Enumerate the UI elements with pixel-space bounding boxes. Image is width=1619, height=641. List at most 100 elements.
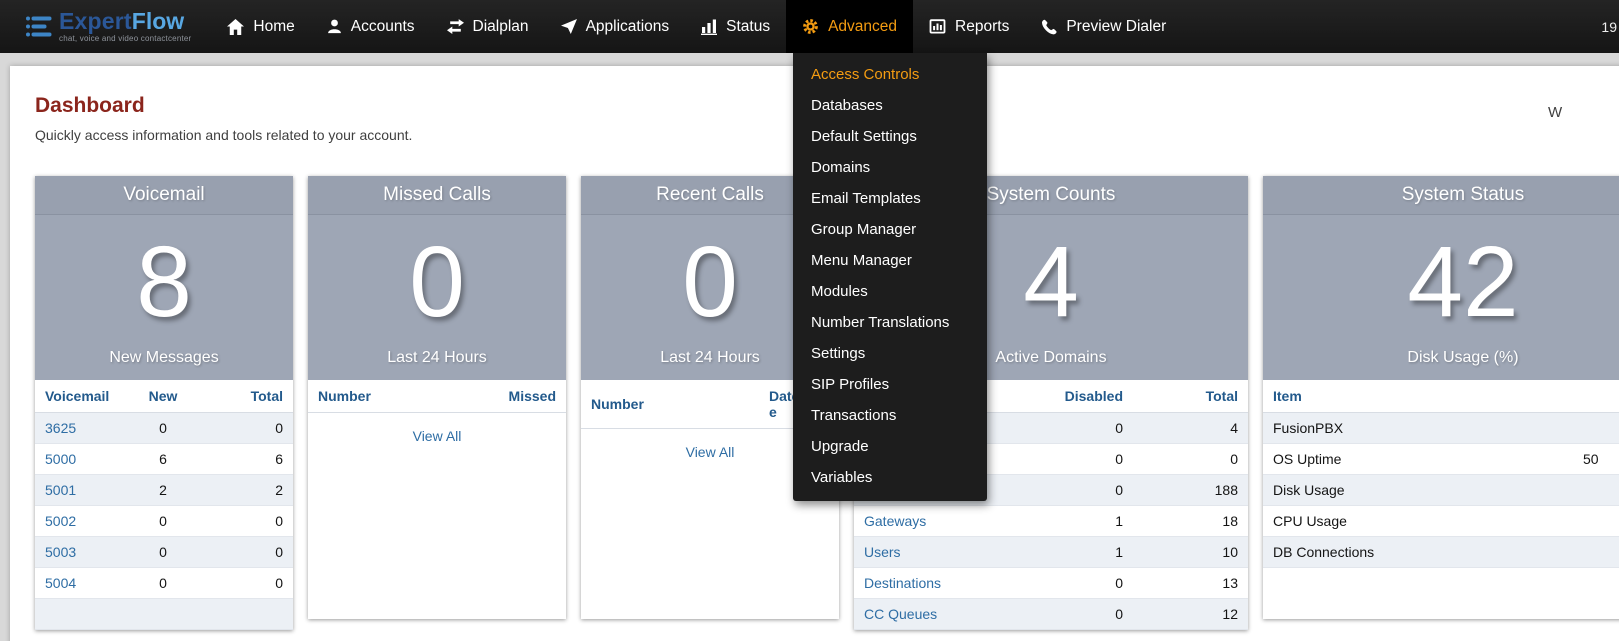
cell: DB Connections: [1263, 537, 1573, 568]
card-top: 0Last 24 Hours: [308, 215, 566, 380]
table-header-row: Item: [1263, 380, 1619, 413]
cell: [1573, 506, 1619, 537]
column-header: Missed: [466, 380, 566, 413]
nav-item-label: Advanced: [828, 18, 897, 36]
cell: 0: [203, 568, 293, 599]
column-header: Voicemail: [35, 380, 123, 413]
row-link[interactable]: CC Queues: [864, 606, 937, 622]
card-table: NumberMissedView All: [308, 380, 566, 451]
card-top: 42Disk Usage (%): [1263, 215, 1619, 380]
table-row: OS Uptime50: [1263, 444, 1619, 475]
dropdown-item-group-manager[interactable]: Group Manager: [793, 214, 987, 245]
row-link[interactable]: Destinations: [864, 575, 941, 591]
nav-item-label: Accounts: [351, 18, 415, 36]
table-row: 362500: [35, 413, 293, 444]
column-header: Disabled: [1008, 380, 1133, 413]
view-all-link[interactable]: View All: [686, 444, 735, 460]
cell: 13: [1133, 568, 1248, 599]
dropdown-item-transactions[interactable]: Transactions: [793, 400, 987, 431]
logo[interactable]: ExpertFlow chat, voice and video contact…: [26, 10, 191, 43]
nav-item-home[interactable]: Home: [211, 0, 310, 53]
table-row: CC Queues012: [854, 599, 1248, 630]
cell: 0: [1133, 444, 1248, 475]
nav-item-status[interactable]: Status: [685, 0, 786, 53]
dropdown-item-number-translations[interactable]: Number Translations: [793, 307, 987, 338]
row-link[interactable]: Users: [864, 544, 901, 560]
report-icon: [929, 19, 946, 34]
cell: OS Uptime: [1263, 444, 1573, 475]
cell: 0: [1008, 413, 1133, 444]
dropdown-item-settings[interactable]: Settings: [793, 338, 987, 369]
cell: 0: [1008, 444, 1133, 475]
cell: 0: [1008, 599, 1133, 630]
row-link[interactable]: 5004: [45, 575, 76, 591]
dropdown-item-menu-manager[interactable]: Menu Manager: [793, 245, 987, 276]
gear-icon: [802, 18, 819, 35]
dropdown-item-default-settings[interactable]: Default Settings: [793, 121, 987, 152]
column-header: Total: [203, 380, 293, 413]
view-all-row: View All: [308, 413, 566, 452]
logo-text: ExpertFlow chat, voice and video contact…: [59, 10, 191, 43]
dropdown-item-upgrade[interactable]: Upgrade: [793, 431, 987, 462]
card-big-number: 0: [682, 215, 738, 349]
logo-subtitle: chat, voice and video contactcenter: [59, 35, 191, 43]
welcome-text: W: [1548, 104, 1562, 121]
dropdown-item-domains[interactable]: Domains: [793, 152, 987, 183]
cell: 0: [123, 506, 203, 537]
expertflow-logo-icon: [26, 16, 52, 37]
card-table: VoicemailNewTotal36250050006650012250020…: [35, 380, 293, 630]
top-navbar: ExpertFlow chat, voice and video contact…: [0, 0, 1619, 53]
cell: 1: [1008, 506, 1133, 537]
nav-item-preview-dialer[interactable]: Preview Dialer: [1025, 0, 1182, 53]
card-big-number: 4: [1023, 215, 1079, 349]
column-header: Total: [1133, 380, 1248, 413]
column-header: Item: [1263, 380, 1573, 413]
nav-item-applications[interactable]: Applications: [545, 0, 686, 53]
nav-item-label: Status: [726, 18, 770, 36]
dropdown-item-email-templates[interactable]: Email Templates: [793, 183, 987, 214]
cell: 0: [1008, 475, 1133, 506]
cell: 0: [123, 568, 203, 599]
card-big-number: 8: [136, 215, 192, 349]
table-header-row: VoicemailNewTotal: [35, 380, 293, 413]
dropdown-item-sip-profiles[interactable]: SIP Profiles: [793, 369, 987, 400]
dropdown-item-modules[interactable]: Modules: [793, 276, 987, 307]
card-big-label: Disk Usage (%): [1407, 349, 1518, 380]
bar-chart-icon: [701, 19, 717, 35]
cell: Destinations: [854, 568, 1008, 599]
column-header: Number: [308, 380, 466, 413]
row-link[interactable]: 5000: [45, 451, 76, 467]
row-link[interactable]: 5002: [45, 513, 76, 529]
nav-item-reports[interactable]: Reports: [913, 0, 1025, 53]
cell: [123, 599, 203, 630]
navbar-right-text: 19: [1601, 19, 1619, 35]
card-big-label: Active Domains: [995, 349, 1106, 380]
table-row: Users110: [854, 537, 1248, 568]
card-big-label: Last 24 Hours: [387, 349, 487, 380]
nav-item-label: Preview Dialer: [1066, 18, 1166, 36]
row-link[interactable]: 5001: [45, 482, 76, 498]
view-all-link[interactable]: View All: [413, 428, 462, 444]
table-row: Destinations013: [854, 568, 1248, 599]
card-system-status: System Status42Disk Usage (%)ItemFusionP…: [1263, 176, 1619, 619]
row-link[interactable]: 5003: [45, 544, 76, 560]
dropdown-item-databases[interactable]: Databases: [793, 90, 987, 121]
nav-item-dialplan[interactable]: Dialplan: [431, 0, 545, 53]
dropdown-item-access-controls[interactable]: Access Controls: [793, 59, 987, 90]
cell: 5004: [35, 568, 123, 599]
card-big-label: Last 24 Hours: [660, 349, 760, 380]
dropdown-item-variables[interactable]: Variables: [793, 462, 987, 493]
column-header: [1573, 380, 1619, 413]
table-row: Disk Usage: [1263, 475, 1619, 506]
row-link[interactable]: Gateways: [864, 513, 926, 529]
cell: 50: [1573, 444, 1619, 475]
logo-text-expert: Expert: [59, 8, 132, 34]
nav-item-accounts[interactable]: Accounts: [311, 0, 431, 53]
table-row: 500066: [35, 444, 293, 475]
row-link[interactable]: 3625: [45, 420, 76, 436]
cell: Disk Usage: [1263, 475, 1573, 506]
cell: 5000: [35, 444, 123, 475]
nav-item-label: Reports: [955, 18, 1009, 36]
nav-item-advanced[interactable]: Advanced: [786, 0, 913, 53]
cell: 0: [203, 506, 293, 537]
